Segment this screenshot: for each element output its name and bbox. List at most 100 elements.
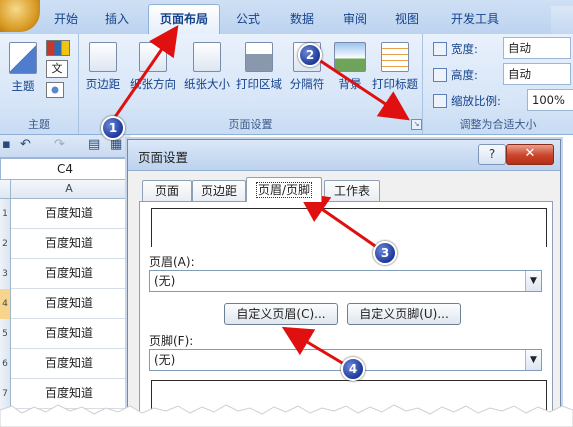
margins-label: 页边距	[85, 77, 121, 91]
tab-header-footer[interactable]: 页眉/页脚	[246, 177, 322, 202]
column-header-row: A	[0, 180, 128, 199]
name-box[interactable]: C4	[0, 158, 130, 180]
breaks-label: 分隔符	[289, 77, 325, 91]
header-footer-panel: 页眉(A): (无) ▼ 自定义页眉(C)... 自定义页脚(U)... 页脚(…	[139, 201, 553, 427]
tab-formulas[interactable]: 公式	[228, 8, 268, 30]
height-label: 高度:	[451, 68, 478, 82]
print-titles-button[interactable]: 打印标题	[371, 42, 419, 92]
tab-data[interactable]: 数据	[282, 8, 322, 30]
orientation-label: 纸张方向	[130, 77, 176, 91]
page-setup-group-label: 页面设置	[228, 118, 273, 131]
undo-icon[interactable]: ↶	[20, 137, 31, 152]
cell-a2[interactable]: 百度知道	[11, 229, 128, 259]
close-button[interactable]: ✕	[506, 144, 554, 165]
tab-insert[interactable]: 插入	[97, 8, 137, 30]
theme-fonts-icon[interactable]: 文	[46, 60, 68, 78]
row-header[interactable]: 1	[0, 199, 11, 229]
header-dropdown[interactable]: (无) ▼	[149, 270, 542, 292]
annotation-badge-2: 2	[298, 43, 322, 67]
help-button[interactable]: ?	[478, 144, 506, 165]
cell-a3[interactable]: 百度知道	[11, 259, 128, 289]
custom-footer-button[interactable]: 自定义页脚(U)...	[347, 303, 461, 325]
orientation-button[interactable]: 纸张方向	[129, 42, 177, 92]
tab-page-label: 页面	[154, 184, 179, 198]
cell-a5[interactable]: 百度知道	[11, 319, 128, 349]
theme-group: 主题 文 主题	[0, 34, 79, 134]
scale-group-label: 调整为合适大小	[459, 118, 537, 131]
scale-icon	[433, 94, 447, 108]
office-button[interactable]	[0, 0, 40, 32]
background-label: 背景	[338, 77, 362, 91]
ribbon-body: 主题 文 主题 页边距 纸张方向 纸张大小 打印区域 分隔符 背景 打印标题 页…	[0, 34, 573, 135]
theme-group-label: 主题	[28, 118, 50, 131]
theme-effects-icon[interactable]	[46, 82, 64, 98]
tab-header-footer-label: 页眉/页脚	[255, 182, 313, 198]
page-setup-launcher-icon[interactable]: ↘	[411, 119, 422, 130]
background-image-icon	[334, 42, 366, 72]
tab-review[interactable]: 审阅	[335, 8, 375, 30]
column-header-a[interactable]: A	[11, 180, 127, 198]
page-setup-group: 页边距 纸张方向 纸张大小 打印区域 分隔符 背景 打印标题 页面设置 ↘	[79, 34, 423, 134]
tab-page-layout[interactable]: 页面布局	[148, 4, 220, 35]
tab-margins[interactable]: 页边距	[192, 180, 246, 201]
tab-home[interactable]: 开始	[46, 8, 86, 30]
paper-size-button[interactable]: 纸张大小	[183, 42, 231, 92]
cell-a1[interactable]: 百度知道	[11, 199, 128, 229]
ribbon-tab-bar: 开始 插入 页面布局 公式 数据 审阅 视图 开发工具	[0, 0, 573, 35]
theme-icon	[9, 42, 37, 74]
header-dropdown-value: (无)	[154, 274, 176, 288]
width-dropdown[interactable]: 自动	[503, 37, 571, 59]
tab-sheet[interactable]: 工作表	[324, 180, 380, 201]
row-header[interactable]: 2	[0, 229, 11, 259]
paper-size-icon	[193, 42, 221, 72]
print-preview-icon[interactable]: ▤	[88, 137, 100, 152]
width-label: 宽度:	[451, 42, 478, 56]
dropdown-arrow-icon[interactable]: ▼	[525, 271, 541, 291]
theme-button-label: 主题	[11, 79, 35, 93]
tab-developer[interactable]: 开发工具	[440, 8, 510, 30]
header-label: 页眉(A):	[149, 255, 195, 269]
theme-colors-icon[interactable]	[46, 40, 70, 56]
custom-header-button[interactable]: 自定义页眉(C)...	[224, 303, 338, 325]
row-header[interactable]: 6	[0, 349, 11, 379]
cell-a4[interactable]: 百度知道	[11, 289, 128, 319]
margins-icon	[89, 42, 117, 72]
height-icon	[433, 68, 447, 82]
height-dropdown[interactable]: 自动	[503, 63, 571, 85]
ribbon-edge	[551, 6, 573, 34]
redo-icon[interactable]: ↷	[54, 137, 65, 152]
row-header[interactable]: 3	[0, 259, 11, 289]
row-header[interactable]: 5	[0, 319, 11, 349]
tab-view[interactable]: 视图	[387, 8, 427, 30]
print-titles-label: 打印标题	[372, 77, 418, 91]
screenshot-frame: 开始 插入 页面布局 公式 数据 审阅 视图 开发工具 主题 文 主题 页边距	[0, 0, 573, 427]
print-titles-icon	[381, 42, 409, 72]
tab-page[interactable]: 页面	[142, 180, 192, 201]
dropdown-arrow-icon[interactable]: ▼	[525, 350, 541, 370]
annotation-badge-4: 4	[341, 357, 365, 381]
theme-button[interactable]: 主题	[6, 42, 40, 94]
footer-dropdown-value: (无)	[154, 353, 176, 367]
scale-to-fit-group: 宽度: 自动 高度: 自动 缩放比例: 100% 调整为合适大小	[423, 34, 573, 134]
background-button[interactable]: 背景	[333, 42, 367, 92]
dialog-title: 页面设置	[138, 150, 189, 165]
orientation-icon	[139, 42, 167, 72]
footer-label: 页脚(F):	[149, 334, 194, 348]
annotation-badge-1: 1	[101, 116, 125, 140]
tab-margins-label: 页边距	[200, 184, 237, 198]
row-header-selected[interactable]: 4	[0, 289, 11, 319]
scale-spinner[interactable]: 100%	[527, 89, 573, 111]
printer-icon	[245, 42, 273, 72]
dialog-title-bar: 页面设置 ? ✕	[128, 140, 560, 171]
width-icon	[433, 42, 447, 56]
print-area-button[interactable]: 打印区域	[235, 42, 283, 92]
paper-size-label: 纸张大小	[184, 77, 230, 91]
header-preview	[151, 208, 547, 247]
scale-label: 缩放比例:	[451, 94, 501, 108]
cell-a6[interactable]: 百度知道	[11, 349, 128, 379]
margins-button[interactable]: 页边距	[83, 42, 123, 92]
select-all-corner[interactable]	[0, 180, 11, 198]
annotation-badge-3: 3	[373, 241, 397, 265]
save-icon[interactable]: ▪	[2, 137, 11, 152]
print-area-label: 打印区域	[236, 77, 282, 91]
